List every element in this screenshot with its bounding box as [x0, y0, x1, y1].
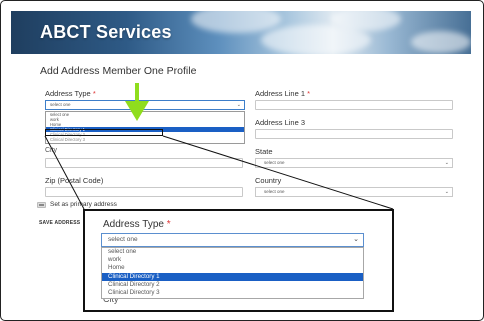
address-line3-label: Address Line 3 [255, 118, 306, 127]
chevron-down-icon: ⌄ [236, 102, 241, 108]
zoom-option-clinical-directory-2[interactable]: Clinical Directory 2 [102, 281, 363, 289]
page-title: Add Address Member One Profile [40, 65, 197, 77]
address-line1-label: Address Line 1 * [255, 89, 311, 98]
zoom-option-home[interactable]: Home [102, 264, 363, 272]
highlight-box [45, 129, 163, 136]
zoom-address-type-label: Address Type * [103, 219, 171, 230]
chevron-down-icon: ⌄ [353, 236, 359, 243]
zip-label: Zip (Postal Code) [45, 176, 104, 185]
option-clinical-directory-3[interactable]: Clinical Directory 3 [46, 137, 244, 142]
zoom-option-clinical-directory-3[interactable]: Clinical Directory 3 [102, 289, 363, 297]
address-type-label: Address Type * [45, 89, 96, 98]
zoomed-callout: Address Type * select one ⌄ City select … [83, 209, 394, 312]
country-label: Country [255, 176, 282, 185]
primary-address-toggle[interactable] [37, 202, 46, 208]
screenshot-frame: ABCT Services Add Address Member One Pro… [0, 0, 484, 321]
state-select[interactable]: select one ⌄ [255, 158, 453, 168]
header-banner: ABCT Services [11, 11, 471, 54]
app-title: ABCT Services [40, 22, 172, 42]
country-select[interactable]: select one ⌄ [255, 187, 453, 197]
zoom-address-type-select[interactable]: select one ⌄ [101, 233, 364, 247]
address-line1-input[interactable] [255, 100, 453, 110]
primary-address-label: Set as primary address [50, 201, 117, 208]
save-address-button[interactable]: SAVE ADDRESS [39, 220, 80, 226]
zoom-address-type-dropdown-list: select one work Home Clinical Directory … [101, 247, 364, 299]
city-label: City [45, 147, 58, 154]
chevron-down-icon: ⌄ [444, 189, 449, 195]
address-line3-input[interactable] [255, 129, 453, 139]
zip-input[interactable] [45, 187, 243, 197]
state-label: State [255, 147, 273, 156]
city-input[interactable] [45, 158, 243, 168]
zoom-option-clinical-directory-1[interactable]: Clinical Directory 1 [102, 272, 363, 281]
zoom-option-select-one[interactable]: select one [102, 248, 363, 256]
chevron-down-icon: ⌄ [444, 160, 449, 166]
zoom-option-work[interactable]: work [102, 256, 363, 264]
